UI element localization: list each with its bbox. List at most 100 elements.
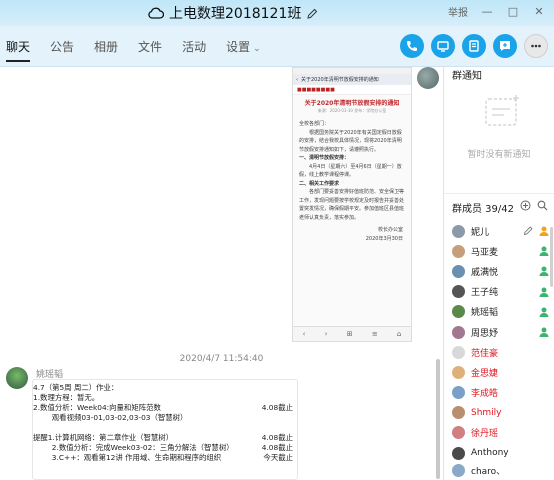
member-avatar bbox=[452, 463, 465, 477]
maximize-button[interactable]: □ bbox=[506, 5, 520, 19]
edit-title-icon[interactable] bbox=[306, 7, 319, 20]
message-line-deadline: 4.08截止 bbox=[261, 433, 293, 442]
member-item[interactable]: charo、 bbox=[452, 463, 550, 477]
tabs: 聊天 公告 相册 文件 活动 设置 ⌄ bbox=[6, 38, 261, 62]
window-controls: 举报 — □ ✕ bbox=[448, 4, 546, 19]
group-notice-title: 群通知 bbox=[452, 71, 482, 82]
member-item[interactable]: Shmily bbox=[452, 403, 550, 423]
member-name: 妮儿 bbox=[471, 227, 490, 238]
member-avatar bbox=[452, 264, 465, 278]
notice-sign-date: 2020年3月30日 bbox=[365, 236, 403, 242]
message-line: 1.数理方程：暂无。 bbox=[33, 393, 297, 403]
member-name: 姚瑶韬 bbox=[471, 308, 499, 319]
more-button[interactable] bbox=[524, 34, 548, 58]
chat-scrollbar[interactable] bbox=[436, 359, 440, 479]
message-line-text: 1.数理方程：暂无。 bbox=[33, 393, 100, 402]
message-bubble[interactable]: 4.7（第5周 周二）作业： 1.数理方程：暂无。 2.数值分析：Week04:… bbox=[32, 379, 298, 480]
close-button[interactable]: ✕ bbox=[532, 5, 546, 19]
member-avatar bbox=[452, 386, 465, 400]
member-name: 金思婕 bbox=[471, 368, 499, 379]
member-avatar bbox=[452, 426, 465, 440]
avatar[interactable] bbox=[417, 67, 439, 89]
image-message[interactable]: ‹ 关于2020年清明节放假安排的通知 ■■■■■■■■ 关于2020年清明节放… bbox=[292, 67, 412, 342]
document-icon bbox=[469, 40, 479, 52]
notice-title: 关于2020年清明节放假安排的通知 bbox=[304, 100, 400, 107]
screen-share-button[interactable] bbox=[431, 34, 455, 58]
member-avatar bbox=[452, 365, 465, 379]
phone-button[interactable] bbox=[400, 34, 424, 58]
member-item[interactable]: 李成皓 bbox=[452, 383, 550, 403]
notice-paragraph-2: 4月4日（星期六）至4月6日（星期一）放假，线上教学课程停课。 bbox=[299, 163, 402, 179]
member-avatar bbox=[452, 285, 465, 299]
member-name: 范佳豪 bbox=[471, 348, 499, 359]
phone-url-bar: ‹ 关于2020年清明节放假安排的通知 bbox=[293, 74, 411, 85]
edit-icon[interactable] bbox=[523, 225, 534, 236]
group-sidebar: 群通知 暂时没有新通知 群成员 39/42 妮儿 马亚麦 戚满悦 王子纯 姚瑶韬… bbox=[444, 67, 554, 480]
tab-files[interactable]: 文件 bbox=[138, 38, 162, 62]
sender-avatar[interactable] bbox=[6, 367, 28, 389]
member-avatar bbox=[452, 325, 465, 339]
add-chat-icon bbox=[500, 41, 510, 51]
member-item[interactable]: 戚满悦 bbox=[452, 261, 550, 281]
members-tools bbox=[520, 200, 548, 211]
empty-notice-illustration bbox=[485, 95, 519, 126]
message-line-text: 提醒1.计算机网络：第二章作业（智慧树） bbox=[33, 433, 174, 442]
admin-badge-icon bbox=[539, 327, 549, 337]
member-item[interactable]: 金思婕 bbox=[452, 362, 550, 382]
member-list-scrollbar[interactable] bbox=[550, 227, 553, 287]
member-item[interactable]: 姚瑶韬 bbox=[452, 302, 550, 322]
school-logo: ■■■■■■■■ bbox=[293, 85, 411, 95]
sidebar-divider bbox=[444, 193, 554, 194]
member-name: Shmily bbox=[471, 407, 502, 418]
chat-area: ‹ 关于2020年清明节放假安排的通知 ■■■■■■■■ 关于2020年清明节放… bbox=[0, 67, 443, 480]
nav-menu-icon: ≡ bbox=[371, 330, 378, 338]
notice-greeting: 全校各部门： bbox=[299, 121, 330, 127]
member-name: charo、 bbox=[471, 466, 506, 477]
chat-scrollbar-thumb[interactable] bbox=[436, 359, 440, 479]
tab-announcement[interactable]: 公告 bbox=[50, 38, 74, 62]
notice-signature: 校长办公室 2020年3月30日 bbox=[293, 226, 411, 244]
add-chat-button[interactable] bbox=[493, 34, 517, 58]
tab-chat[interactable]: 聊天 bbox=[6, 38, 31, 62]
phone-nav-bar: ‹ › ⊞ ≡ ⌂ bbox=[293, 326, 411, 341]
chevron-down-icon: ⌄ bbox=[253, 44, 261, 54]
member-avatar bbox=[452, 305, 465, 319]
notice-body: 全校各部门： 根据国务院关于2020年有关国定假日放假的安排，结合我校具体情况，… bbox=[293, 120, 411, 222]
phone-icon bbox=[407, 41, 417, 51]
member-item[interactable]: 范佳豪 bbox=[452, 342, 550, 362]
member-item[interactable]: Anthony bbox=[452, 443, 550, 463]
member-item[interactable]: 妮儿 bbox=[452, 221, 550, 241]
message-line-text: 4.7（第5周 周二）作业： bbox=[33, 383, 119, 392]
member-item[interactable]: 周思妤 bbox=[452, 322, 550, 342]
document-button[interactable] bbox=[462, 34, 486, 58]
tab-activity[interactable]: 活动 bbox=[182, 38, 206, 62]
admin-badge-icon bbox=[539, 246, 549, 257]
member-name: Anthony bbox=[471, 448, 509, 459]
tab-album[interactable]: 相册 bbox=[94, 38, 118, 62]
message-line: 2.数值分析：Week04:向量和矩阵范数 4.08截止 bbox=[33, 403, 297, 413]
minimize-button[interactable]: — bbox=[480, 5, 494, 19]
message-line: 3.C++：观看第12讲 作用域、生命期和程序的组织 今天截止 bbox=[33, 453, 297, 463]
message-line: 4.7（第5周 周二）作业： bbox=[33, 383, 297, 393]
notice-sign-office: 校长办公室 bbox=[377, 227, 403, 233]
message-line: 提醒1.计算机网络：第二章作业（智慧树） 4.08截止 bbox=[33, 433, 297, 443]
member-name: 李成皓 bbox=[471, 389, 499, 400]
search-icon[interactable] bbox=[537, 200, 548, 211]
message-line-text: 观看视频03-01,03-02,03-03（智慧树） bbox=[33, 413, 188, 422]
member-item[interactable]: 王子纯 bbox=[452, 282, 550, 302]
member-name: 徐丹瑶 bbox=[471, 429, 499, 440]
message-line-deadline: 4.08截止 bbox=[261, 443, 293, 452]
member-item[interactable]: 马亚麦 bbox=[452, 241, 550, 261]
message-timestamp: 2020/4/7 11:54:40 bbox=[179, 354, 264, 364]
add-member-icon[interactable] bbox=[520, 200, 531, 211]
message-line-text: 3.C++：观看第12讲 作用域、生命期和程序的组织 bbox=[33, 453, 222, 462]
tab-settings[interactable]: 设置 ⌄ bbox=[226, 38, 261, 62]
member-item[interactable]: 徐丹瑶 bbox=[452, 423, 550, 443]
notice-paragraph-3: 各部门要妥善安排好值班防范、安全保卫等工作，发现问题要按学校规定及时报告并妥善处… bbox=[299, 189, 405, 221]
admin-badge-icon bbox=[539, 287, 549, 297]
member-name: 周思妤 bbox=[471, 328, 499, 339]
window-title-group: 上电数理2018121班 bbox=[148, 3, 319, 23]
message-line: 2.数值分析：完成Week03-02：三角分解法（智慧树） 4.08截止 bbox=[33, 443, 297, 453]
admin-badge-icon bbox=[539, 307, 549, 317]
report-button[interactable]: 举报 bbox=[448, 4, 468, 19]
